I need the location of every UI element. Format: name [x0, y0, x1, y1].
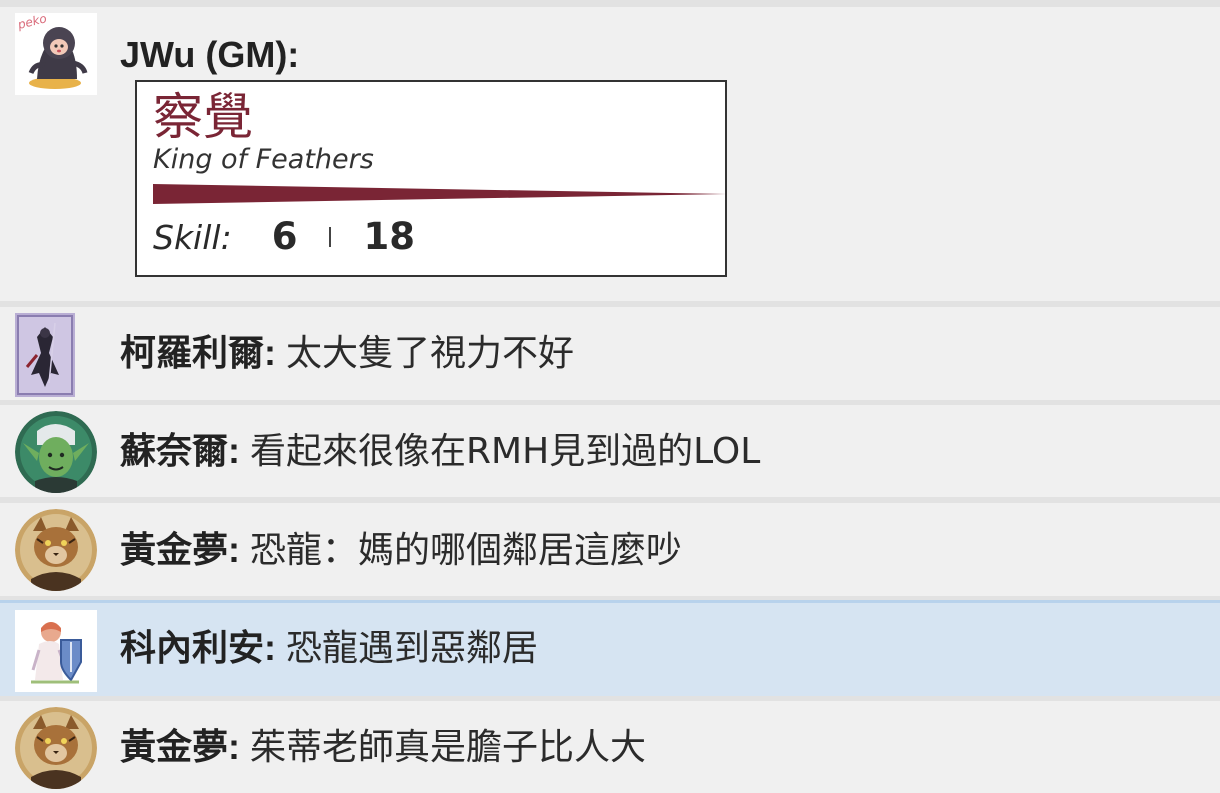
dark-knight-avatar-icon[interactable]: [15, 313, 75, 397]
sender-name: 黃金夢:: [120, 529, 240, 570]
message-text: 茱蒂老師真是膽子比人大: [250, 727, 647, 768]
roll-card: 察覺 King of Feathers Skill: 6 18: [135, 80, 727, 277]
roll-value: 6: [271, 215, 298, 258]
chat-message: 柯羅利爾: 太大隻了視力不好: [0, 307, 1220, 400]
roll-card-divider: [153, 184, 727, 204]
roll-card-title: 察覺: [153, 88, 253, 146]
sender-name: 蘇奈爾:: [120, 430, 240, 471]
message-line: 科內利安: 恐龍遇到惡鄰居: [120, 628, 538, 669]
message-line: 黃金夢: 恐龍：媽的哪個鄰居這麼吵: [120, 530, 682, 571]
skill-label: Skill:: [153, 218, 232, 257]
sender-name: JWu (GM):: [120, 34, 300, 75]
chat-message-highlighted: 科內利安: 恐龍遇到惡鄰居: [0, 600, 1220, 696]
chat-message: peko JWu (GM): 察覺 King of Feathers Skill…: [0, 7, 1220, 301]
tabaxi-cat-avatar-icon[interactable]: [15, 707, 97, 789]
paladin-shield-avatar-icon[interactable]: [15, 610, 97, 692]
roll-total: 18: [363, 215, 416, 258]
chat-message: 黃金夢: 茱蒂老師真是膽子比人大: [0, 701, 1220, 793]
green-elf-avatar-icon[interactable]: [15, 411, 97, 493]
chat-message: 蘇奈爾: 看起來很像在RMH見到過的LOL: [0, 405, 1220, 497]
sender-name: 柯羅利爾:: [120, 332, 276, 373]
message-line: 柯羅利爾: 太大隻了視力不好: [120, 333, 574, 374]
sender-name: 科內利安:: [120, 627, 276, 668]
roll-card-stats: Skill: 6 18: [153, 215, 415, 260]
hooded-chibi-avatar-icon[interactable]: peko: [15, 13, 97, 95]
sender-name: 黃金夢:: [120, 726, 240, 767]
message-line: JWu (GM):: [120, 35, 299, 75]
message-text: 恐龍：媽的哪個鄰居這麼吵: [250, 530, 683, 571]
message-text: 看起來很像在RMH見到過的LOL: [250, 431, 761, 472]
message-line: 蘇奈爾: 看起來很像在RMH見到過的LOL: [120, 431, 760, 472]
roll-card-subtitle: King of Feathers: [153, 144, 374, 175]
message-line: 黃金夢: 茱蒂老師真是膽子比人大: [120, 727, 646, 768]
chat-log: peko JWu (GM): 察覺 King of Feathers Skill…: [0, 0, 1220, 793]
tabaxi-cat-avatar-icon[interactable]: [15, 509, 97, 591]
stat-separator: [329, 227, 332, 247]
message-text: 太大隻了視力不好: [286, 333, 575, 374]
message-text: 恐龍遇到惡鄰居: [286, 628, 539, 669]
chat-message: 黃金夢: 恐龍：媽的哪個鄰居這麼吵: [0, 503, 1220, 596]
